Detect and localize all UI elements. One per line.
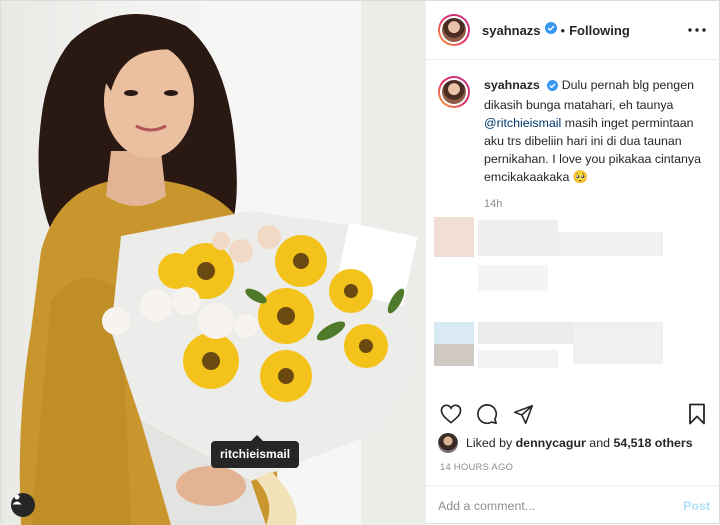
comment-icon[interactable] [474, 401, 500, 427]
header-username[interactable]: syahnazs [482, 23, 541, 38]
post-header: syahnazs • Following [426, 1, 720, 60]
likes-joiner: and [589, 436, 610, 450]
user-tag-bubble[interactable]: ritchieismail [211, 435, 300, 468]
post-sidebar: syahnazs • Following syahnazs Dulu perna… [425, 1, 720, 525]
likes-prefix: Liked by [466, 436, 513, 450]
liker-avatar[interactable] [438, 433, 458, 453]
bookmark-icon[interactable] [684, 401, 710, 427]
share-icon[interactable] [510, 401, 536, 427]
post-time: 14 HOURS AGO [440, 462, 514, 473]
more-options-icon[interactable] [685, 18, 709, 42]
caption-avatar[interactable] [438, 76, 470, 108]
post-photo[interactable]: ritchieismail [1, 1, 425, 525]
person-icon [12, 494, 22, 505]
liker-username[interactable]: dennycagur [516, 436, 586, 450]
heart-icon[interactable] [438, 401, 464, 427]
caption-mention-link[interactable]: @ritchieismail [484, 116, 561, 130]
avatar[interactable] [438, 14, 470, 46]
caption-text: syahnazs Dulu pernah blg pengen dikasih … [484, 76, 706, 186]
likes-others-link[interactable]: 54,518 others [613, 436, 692, 450]
likes-summary: Liked by dennycagur and 54,518 others [438, 433, 718, 453]
post-dialog: ritchieismail syahnazs • Following syahn… [0, 0, 720, 525]
verified-badge-icon [547, 78, 559, 96]
caption-timestamp: 14h [484, 198, 503, 210]
post-comment-button[interactable]: Post [683, 499, 710, 513]
separator: • [560, 22, 566, 38]
action-bar [426, 396, 720, 432]
comment-input[interactable] [438, 498, 684, 513]
caption-username[interactable]: syahnazs [484, 78, 540, 92]
comment-form: Post [426, 485, 720, 525]
verified-badge-icon [544, 21, 557, 39]
comments-section: syahnazs Dulu pernah blg pengen dikasih … [426, 60, 720, 392]
following-button[interactable]: Following [569, 23, 630, 38]
caption: syahnazs Dulu pernah blg pengen dikasih … [438, 76, 706, 186]
user-icon[interactable] [11, 493, 35, 517]
tag-username: ritchieismail [220, 447, 291, 461]
